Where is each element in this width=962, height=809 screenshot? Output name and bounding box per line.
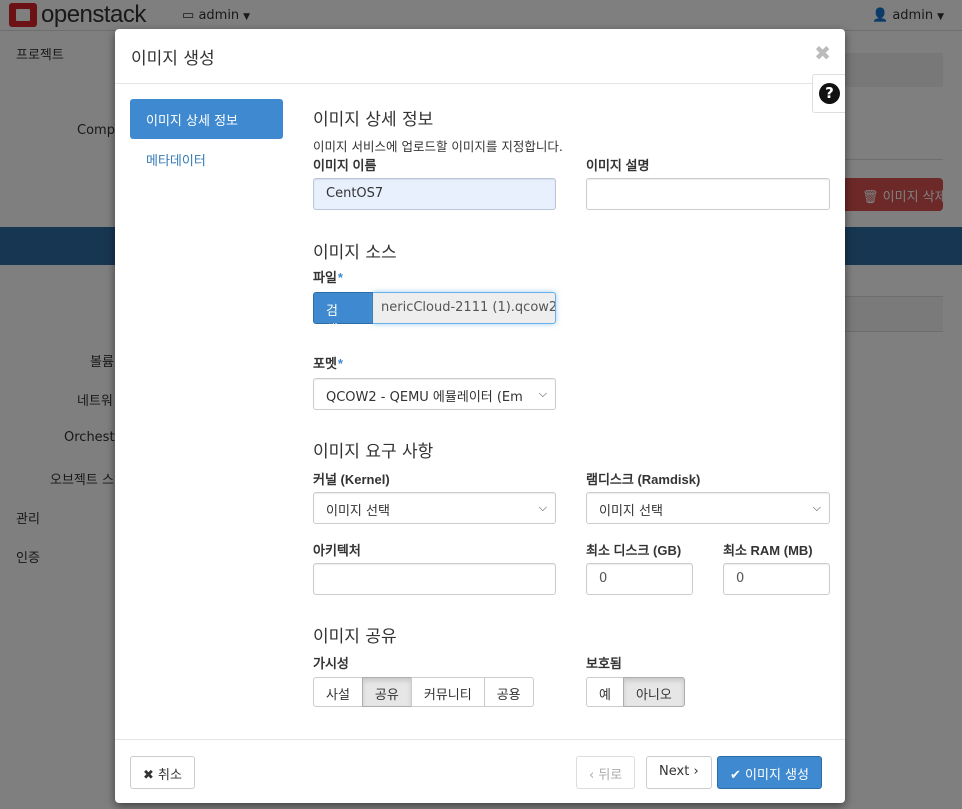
required-marker: * xyxy=(337,356,343,371)
question-icon: ? xyxy=(819,83,840,104)
chevron-left-icon: ‹ xyxy=(589,768,595,783)
image-name-label: 이미지 이름 xyxy=(313,158,377,173)
format-label-text: 포멧 xyxy=(313,356,337,371)
kernel-select-value: 이미지 선택 xyxy=(326,504,390,519)
protected-label: 보호됨 xyxy=(586,656,622,671)
chevron-down-icon: ⌵ xyxy=(812,501,821,514)
image-name-input[interactable]: CentOS7 xyxy=(313,178,556,210)
section-title-details: 이미지 상세 정보 xyxy=(313,110,434,130)
section-title-source: 이미지 소스 xyxy=(313,243,397,263)
file-label: 파일* xyxy=(313,267,343,286)
checkmark-icon: ✔ xyxy=(730,768,741,783)
section-title-sharing: 이미지 공유 xyxy=(313,627,397,647)
min-disk-input[interactable]: 0 xyxy=(586,563,693,595)
chevron-right-icon: › xyxy=(693,764,699,779)
modal-header: 이미지 생성 ✖ xyxy=(115,29,845,84)
kernel-select[interactable]: 이미지 선택 ⌵ xyxy=(313,492,556,524)
visibility-option-shared[interactable]: 공유 xyxy=(361,677,412,707)
modal-title: 이미지 생성 xyxy=(131,49,215,69)
visibility-option-private[interactable]: 사설 xyxy=(313,677,363,707)
ramdisk-select[interactable]: 이미지 선택 ⌵ xyxy=(586,492,830,524)
kernel-label: 커널 (Kernel) xyxy=(313,472,390,487)
modal-footer: ✖ 취소 ‹ 뒤로 Next › ✔ 이미지 생성 xyxy=(115,739,845,803)
min-ram-input[interactable]: 0 xyxy=(723,563,830,595)
wizard-steps: 이미지 상세 정보 메타데이터 xyxy=(130,99,283,179)
create-image-modal: 이미지 생성 ✖ ? 이미지 상세 정보 메타데이터 이미지 상세 정보 이미지… xyxy=(115,29,845,803)
protected-option-no[interactable]: 아니오 xyxy=(622,677,685,707)
min-ram-label: 최소 RAM (MB) xyxy=(723,543,813,558)
help-button[interactable]: ? xyxy=(812,74,845,113)
protected-option-yes[interactable]: 예 xyxy=(586,677,624,707)
ramdisk-label: 램디스크 (Ramdisk) xyxy=(586,472,701,487)
create-image-button-label: 이미지 생성 xyxy=(745,768,809,783)
section-title-requirements: 이미지 요구 사항 xyxy=(313,442,434,462)
browse-file-button[interactable]: 검색... xyxy=(313,292,373,338)
next-button[interactable]: Next › xyxy=(646,756,712,789)
close-icon: ✖ xyxy=(143,768,154,783)
format-select[interactable]: QCOW2 - QEMU 에뮬레이터 (Em ⌵ xyxy=(313,378,556,410)
back-button-label: 뒤로 xyxy=(598,768,623,783)
visibility-label: 가시성 xyxy=(313,656,349,671)
chevron-down-icon: ⌵ xyxy=(538,501,547,514)
create-image-button[interactable]: ✔ 이미지 생성 xyxy=(717,756,822,789)
step-image-details[interactable]: 이미지 상세 정보 xyxy=(130,99,283,139)
visibility-option-public[interactable]: 공용 xyxy=(483,677,534,707)
details-help-text: 이미지 서비스에 업로드할 이미지를 지정합니다. xyxy=(313,139,563,154)
required-marker: * xyxy=(337,270,343,285)
chevron-down-icon: ⌵ xyxy=(538,387,547,400)
back-button[interactable]: ‹ 뒤로 xyxy=(576,756,636,789)
image-description-input[interactable] xyxy=(586,178,830,210)
visibility-toggle-group: 사설 공유 커뮤니티 공용 xyxy=(313,677,534,707)
step-metadata[interactable]: 메타데이터 xyxy=(130,139,283,179)
ramdisk-select-value: 이미지 선택 xyxy=(599,504,663,519)
format-label: 포멧* xyxy=(313,353,343,372)
cancel-button[interactable]: ✖ 취소 xyxy=(130,756,195,789)
selected-file-name[interactable]: nericCloud-2111 (1).qcow2 xyxy=(373,292,556,324)
image-description-label: 이미지 설명 xyxy=(586,158,650,173)
file-label-text: 파일 xyxy=(313,270,337,285)
next-button-label: Next xyxy=(659,764,690,779)
min-disk-label: 최소 디스크 (GB) xyxy=(586,543,682,558)
architecture-label: 아키텍처 xyxy=(313,543,361,558)
architecture-input[interactable] xyxy=(313,563,556,595)
cancel-button-label: 취소 xyxy=(158,768,182,783)
visibility-option-community[interactable]: 커뮤니티 xyxy=(410,677,485,707)
protected-toggle-group: 예 아니오 xyxy=(586,677,685,707)
close-icon[interactable]: ✖ xyxy=(814,41,831,65)
format-select-value: QCOW2 - QEMU 에뮬레이터 (Em xyxy=(326,390,523,405)
